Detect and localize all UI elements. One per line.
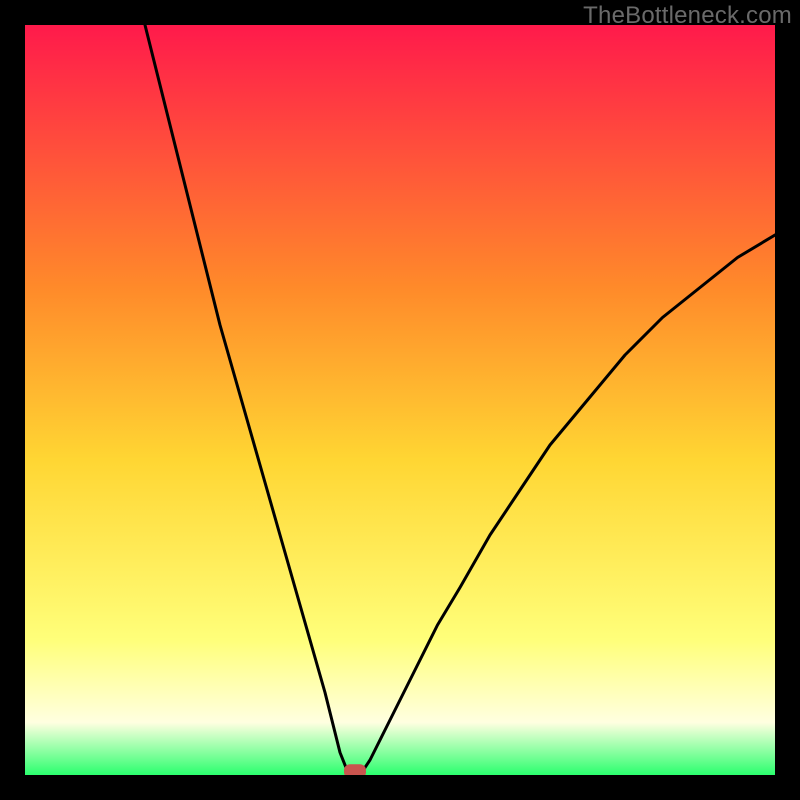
chart-frame: TheBottleneck.com [0,0,800,800]
chart-svg [25,25,775,775]
heat-gradient-background [25,25,775,775]
optimum-marker [344,764,366,775]
plot-area [25,25,775,775]
